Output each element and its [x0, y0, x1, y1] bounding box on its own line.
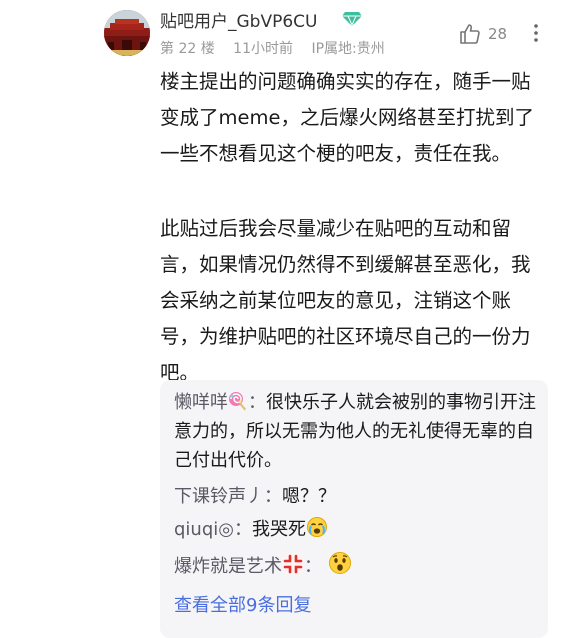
crying-emoji	[306, 517, 327, 537]
reply-separator: ：	[304, 556, 322, 577]
diamond-badge-icon	[342, 12, 362, 27]
more-vertical-icon[interactable]	[527, 22, 545, 44]
reply-item[interactable]: 懒咩咩 ：很快乐子人就会被别的事物引开注意力的，所以无需为他人的无礼使得无辜的自…	[174, 388, 539, 475]
post-paragraph-2: 此贴过后我会尽量减少在贴吧的互动和留言，如果情况仍然得不到缓解甚至恶化，我会采纳…	[160, 217, 531, 384]
reply-username[interactable]: 懒咩咩	[174, 392, 228, 413]
post-paragraph-1: 楼主提出的问题确确实实的存在，随手一贴变成了meme，之后爆火网络甚至打扰到了一…	[160, 70, 534, 165]
reply-username[interactable]: 爆炸就是艺术	[174, 556, 282, 577]
avatar-image	[104, 10, 150, 56]
reply-username[interactable]: qiuqi◎	[174, 519, 234, 540]
ip-location: IP属地:贵州	[311, 41, 385, 57]
reply-separator: ：	[248, 392, 266, 413]
replies-panel: 懒咩咩 ：很快乐子人就会被别的事物引开注意力的，所以无需为他人的无礼使得无辜的自…	[160, 380, 548, 638]
reply-text: 嗯？？	[282, 486, 336, 507]
like-button[interactable]: 28	[458, 22, 507, 46]
reply-text: 我哭死	[251, 519, 306, 540]
reply-separator: ：	[264, 486, 282, 507]
reply-separator: ：	[233, 519, 252, 540]
post-time: 11小时前	[233, 41, 293, 57]
reply-item[interactable]: 下课铃声丿：嗯？？	[174, 482, 539, 511]
shocked-emoji	[328, 552, 351, 574]
like-count: 28	[488, 25, 508, 43]
view-all-replies-link[interactable]: 查看全部9条回复	[174, 591, 311, 617]
reply-item[interactable]: qiuqi◎：我哭死	[174, 515, 539, 544]
lollipop-emoji	[229, 392, 247, 411]
username[interactable]: 贴吧用户_GbVP6CU	[160, 7, 317, 32]
reply-username[interactable]: 下课铃声丿	[174, 486, 264, 507]
post-meta: 第 22 楼 11小时前 IP属地:贵州	[160, 38, 399, 58]
comment-floor: 贴吧用户_GbVP6CU 第 22 楼 11小时前 IP属地:贵州 28 楼主提…	[0, 0, 584, 638]
avatar[interactable]	[104, 10, 150, 56]
thumb-up-icon	[460, 24, 480, 44]
floor-number: 第 22 楼	[160, 41, 215, 57]
anger-emoji	[283, 554, 303, 574]
reply-item[interactable]: 爆炸就是艺术 ：	[174, 551, 539, 581]
